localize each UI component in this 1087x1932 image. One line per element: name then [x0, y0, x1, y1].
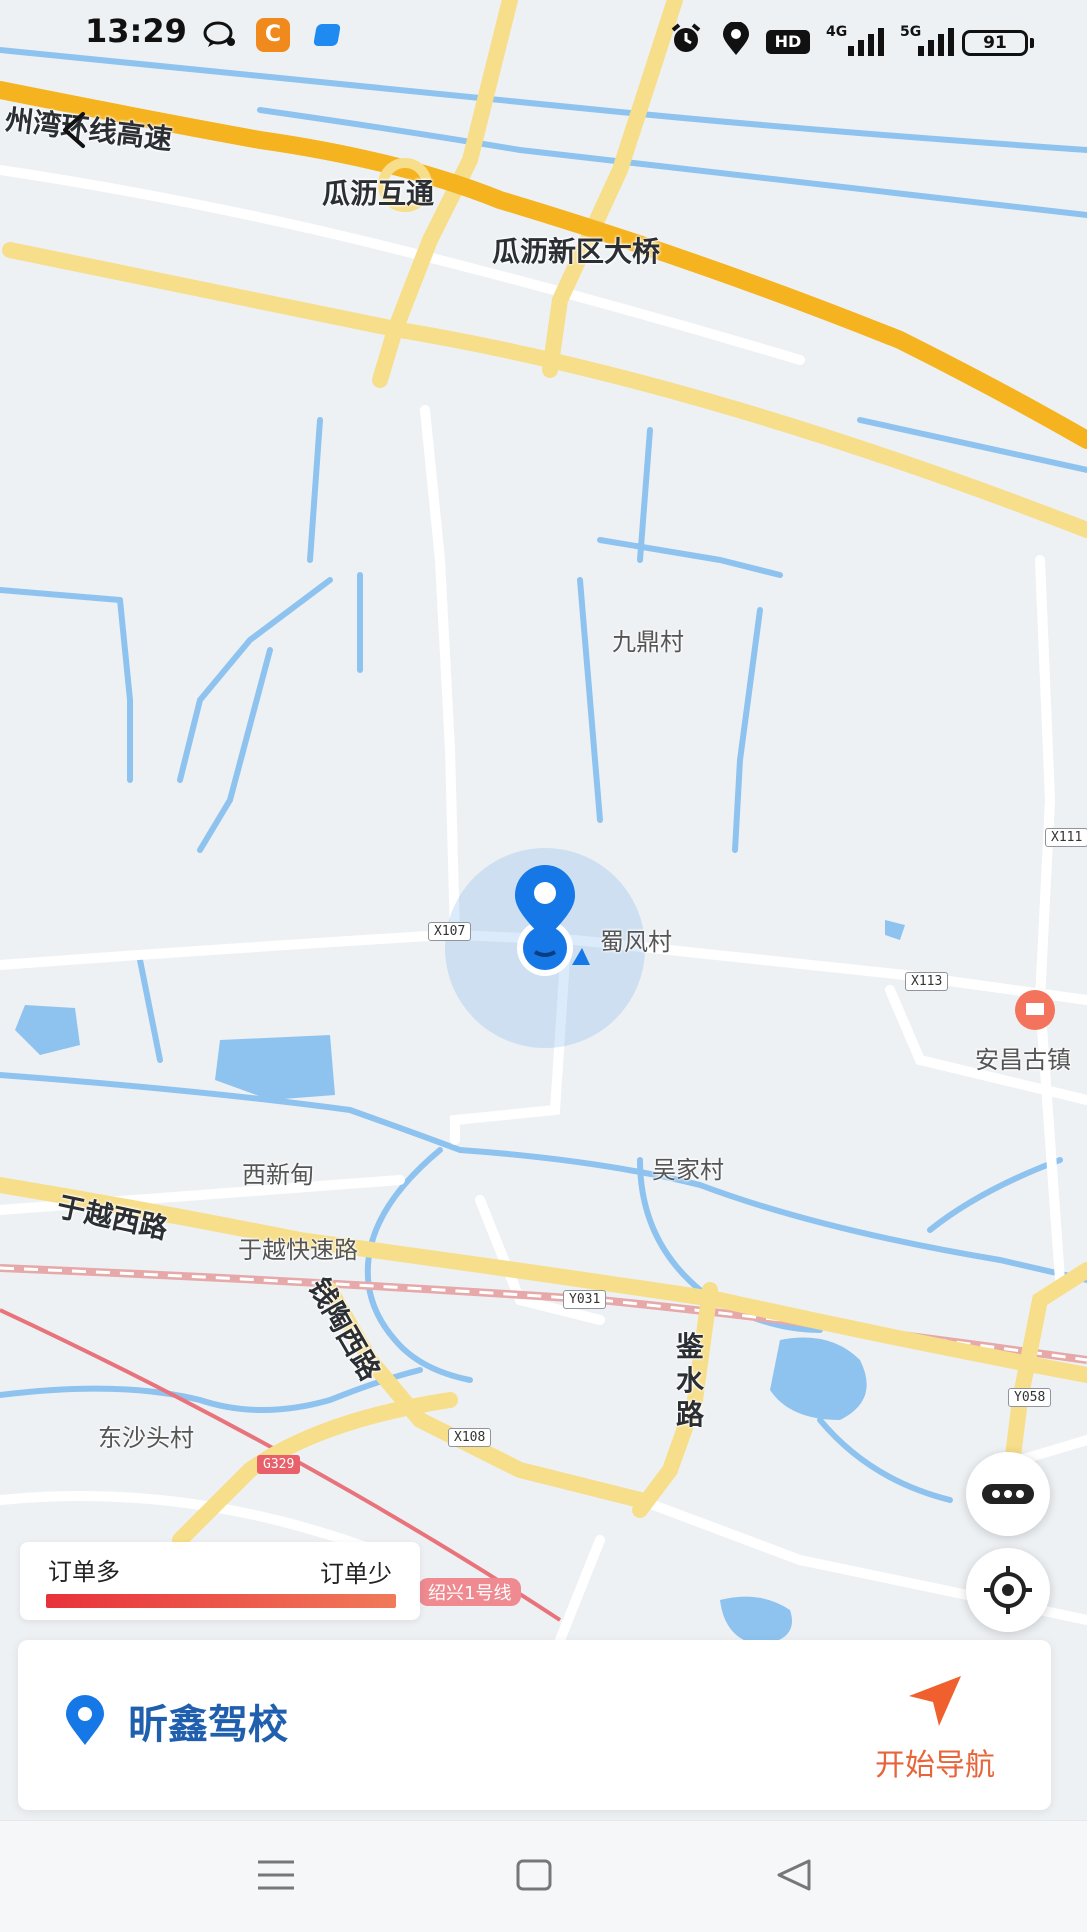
map-label-jiuding: 九鼎村: [612, 628, 684, 656]
destination-pin-icon: [66, 1695, 104, 1745]
hd-badge: HD: [766, 30, 810, 54]
road-badge-x113: X113: [905, 972, 949, 991]
legend-gradient-bar: [46, 1594, 396, 1608]
road-badge-y058: Y058: [1008, 1388, 1052, 1407]
road-badge-x107: X107: [428, 922, 472, 941]
status-time: 13:29: [85, 12, 187, 50]
start-navigation-button[interactable]: 开始导航: [850, 1672, 1020, 1792]
more-options-button[interactable]: [966, 1452, 1050, 1536]
chat-bubble-icon: [203, 21, 235, 47]
menu-icon[interactable]: [255, 1858, 297, 1892]
destination-name: 昕鑫驾校: [128, 1702, 288, 1748]
locate-me-button[interactable]: [966, 1548, 1050, 1632]
map-label-dongshatou: 东沙头村: [98, 1424, 194, 1452]
road-badge-g329: G329: [257, 1455, 301, 1474]
navigation-arrow-icon: [909, 1676, 961, 1726]
map-label-anchang: 安昌古镇: [975, 1046, 1071, 1074]
alarm-icon: [671, 23, 701, 52]
map-screen: 州湾环线高速 瓜沥互通 瓜沥新区大桥 九鼎村 蜀风村 安昌古镇 西新甸 吴家村 …: [0, 0, 1087, 1932]
map-label-shufeng: 蜀风村: [600, 928, 672, 956]
crosshair-icon: [984, 1566, 1032, 1614]
network-4g-label: 4G: [826, 24, 848, 40]
map-label-shaoxing-line1: 绍兴1号线: [418, 1578, 522, 1606]
battery-tip: [1030, 38, 1034, 48]
map-label-guali-bridge: 瓜沥新区大桥: [492, 235, 661, 268]
road-badge-x108: X108: [448, 1428, 492, 1447]
more-dots-icon: [982, 1484, 1034, 1504]
app-blue-icon: [313, 24, 341, 46]
signal-icon: [848, 28, 884, 56]
road-badge-y031: Y031: [563, 1290, 607, 1309]
start-navigation-label: 开始导航: [875, 1748, 995, 1783]
status-bar: 13:29 C HD 4G 5G 91: [0, 0, 1087, 70]
map-label-yuyue-express: 于越快速路: [238, 1236, 358, 1264]
map-label-xixindian: 西新甸: [242, 1161, 314, 1189]
map-label-jianshui: 鉴水路: [676, 1330, 705, 1431]
map-label-guali-interchange: 瓜沥互通: [322, 177, 435, 210]
order-density-legend: 订单多 订单少: [20, 1542, 420, 1620]
battery-indicator: 91: [962, 30, 1028, 56]
road-badge-x111: X111: [1045, 828, 1087, 847]
home-icon[interactable]: [515, 1858, 553, 1892]
signal-icon: [918, 28, 954, 56]
legend-high-label: 订单多: [48, 1558, 120, 1586]
back-icon[interactable]: [775, 1858, 813, 1892]
map-label-wujia: 吴家村: [652, 1156, 724, 1184]
back-arrow-icon[interactable]: [55, 110, 95, 150]
location-icon: [723, 22, 749, 55]
app-c-icon: C: [256, 18, 290, 52]
legend-low-label: 订单少: [320, 1560, 392, 1588]
